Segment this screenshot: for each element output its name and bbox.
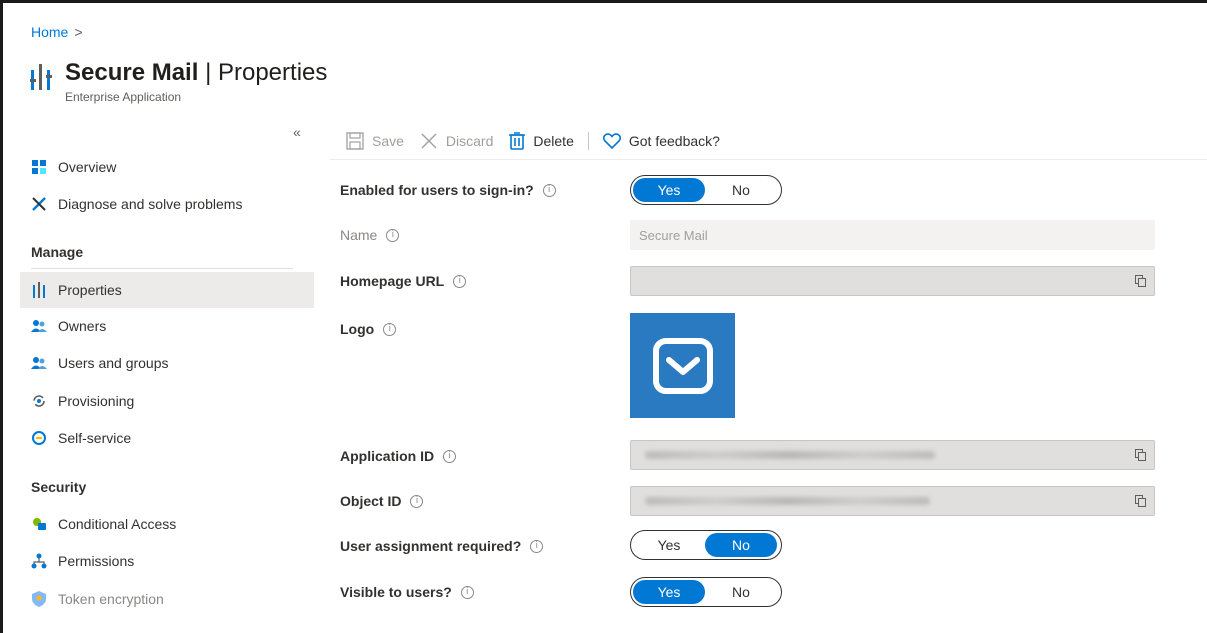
info-icon[interactable]: i [386, 228, 400, 242]
homepage-url-label: Homepage URL i [340, 273, 467, 289]
grid-icon [31, 159, 47, 175]
logo-label: Logo i [340, 321, 397, 337]
save-icon [346, 132, 364, 150]
sidebar-item-label: Permissions [58, 553, 135, 569]
command-bar: Save Discard Delete Got feedback? [346, 128, 736, 154]
enabled-for-sign-in-toggle[interactable]: Yes No [630, 175, 782, 205]
people-icon [31, 318, 47, 334]
section-security: Security [31, 479, 87, 495]
close-icon [420, 132, 438, 150]
info-icon[interactable]: i [530, 539, 544, 553]
name-field: Secure Mail [630, 220, 1155, 250]
sidebar-item-conditional-access[interactable]: Conditional Access [20, 506, 314, 542]
properties-icon [30, 64, 53, 90]
sidebar-item-overview[interactable]: Overview [20, 149, 314, 185]
self-service-icon [31, 430, 47, 446]
sidebar-item-label: Provisioning [58, 393, 135, 409]
toggle-option-no[interactable]: No [705, 178, 777, 202]
breadcrumb-separator: > [74, 24, 83, 40]
sidebar-item-label: Properties [58, 282, 122, 298]
delete-button[interactable]: Delete [509, 132, 574, 150]
sidebar-item-users-and-groups[interactable]: Users and groups [20, 345, 314, 381]
discard-button[interactable]: Discard [420, 132, 493, 150]
sidebar-item-self-service[interactable]: Self-service [20, 420, 314, 456]
sync-icon [31, 393, 47, 409]
mail-icon [652, 337, 713, 394]
info-icon[interactable]: i [453, 274, 467, 288]
sidebar-item-provisioning[interactable]: Provisioning [20, 383, 314, 419]
copy-icon[interactable] [1135, 495, 1146, 507]
visible-to-users-label: Visible to users? i [340, 584, 474, 600]
discard-label: Discard [445, 133, 494, 149]
sidebar-item-properties[interactable]: Properties [20, 272, 314, 308]
sidebar-item-label: Users and groups [58, 355, 169, 371]
toggle-option-no[interactable]: No [705, 580, 777, 604]
save-button[interactable]: Save [346, 132, 404, 150]
toggle-option-no[interactable]: No [705, 533, 777, 557]
breadcrumb-home-link[interactable]: Home [31, 24, 68, 40]
section-divider [31, 268, 293, 269]
sidebar-item-label: Self-service [58, 430, 132, 446]
toolbar-divider [587, 132, 589, 150]
user-assignment-toggle[interactable]: Yes No [630, 530, 782, 560]
sidebar-item-diagnose[interactable]: Diagnose and solve problems [20, 186, 314, 222]
visible-to-users-toggle[interactable]: Yes No [630, 577, 782, 607]
feedback-label: Got feedback? [628, 133, 720, 149]
sidebar-item-label: Token encryption [58, 591, 164, 607]
permissions-icon [31, 553, 47, 569]
page-subtitle: Enterprise Application [65, 90, 182, 104]
app-logo[interactable] [630, 313, 735, 418]
sidebar-item-owners[interactable]: Owners [20, 308, 314, 344]
copy-icon[interactable] [1135, 275, 1146, 287]
collapse-sidebar-button[interactable]: « [293, 124, 301, 140]
blurred-value [645, 497, 930, 505]
conditional-access-icon [31, 516, 47, 532]
name-value: Secure Mail [639, 227, 708, 243]
name-label: Name i [340, 227, 400, 243]
info-icon[interactable]: i [542, 183, 556, 197]
trash-icon [509, 132, 526, 150]
sidebar-item-label: Conditional Access [58, 516, 177, 532]
people-icon [31, 355, 47, 371]
breadcrumb: Home > [31, 24, 83, 40]
toggle-option-yes[interactable]: Yes [633, 178, 705, 202]
page-header: Secure Mail | Properties Enterprise Appl… [30, 58, 328, 104]
sidebar-item-token-encryption[interactable]: Token encryption [20, 581, 314, 617]
sidebar-item-permissions[interactable]: Permissions [20, 543, 314, 579]
sidebar-item-label: Diagnose and solve problems [58, 196, 243, 212]
delete-label: Delete [533, 133, 574, 149]
properties-icon [31, 282, 47, 298]
blurred-value [645, 451, 935, 459]
user-assignment-label: User assignment required? i [340, 538, 544, 554]
application-id-field[interactable] [630, 440, 1155, 470]
enabled-for-sign-in-label: Enabled for users to sign-in? i [340, 182, 556, 198]
heart-icon [602, 133, 621, 149]
toolbar-divider-line [330, 159, 1207, 160]
copy-icon[interactable] [1135, 449, 1146, 461]
toggle-option-yes[interactable]: Yes [633, 580, 705, 604]
shield-icon [31, 591, 47, 607]
info-icon[interactable]: i [460, 585, 474, 599]
page-title: Secure Mail | Properties [65, 59, 328, 86]
info-icon[interactable]: i [383, 322, 397, 336]
save-label: Save [372, 133, 404, 149]
sidebar-item-label: Overview [58, 159, 117, 175]
info-icon[interactable]: i [410, 494, 424, 508]
homepage-url-field[interactable] [630, 266, 1155, 296]
toggle-option-yes[interactable]: Yes [633, 533, 705, 557]
application-id-label: Application ID i [340, 448, 457, 464]
feedback-button[interactable]: Got feedback? [602, 133, 720, 149]
sidebar-item-label: Owners [58, 318, 107, 334]
section-manage: Manage [31, 244, 84, 260]
object-id-field[interactable] [630, 486, 1155, 516]
wrench-icon [31, 196, 47, 212]
info-icon[interactable]: i [443, 449, 457, 463]
object-id-label: Object ID i [340, 493, 424, 509]
